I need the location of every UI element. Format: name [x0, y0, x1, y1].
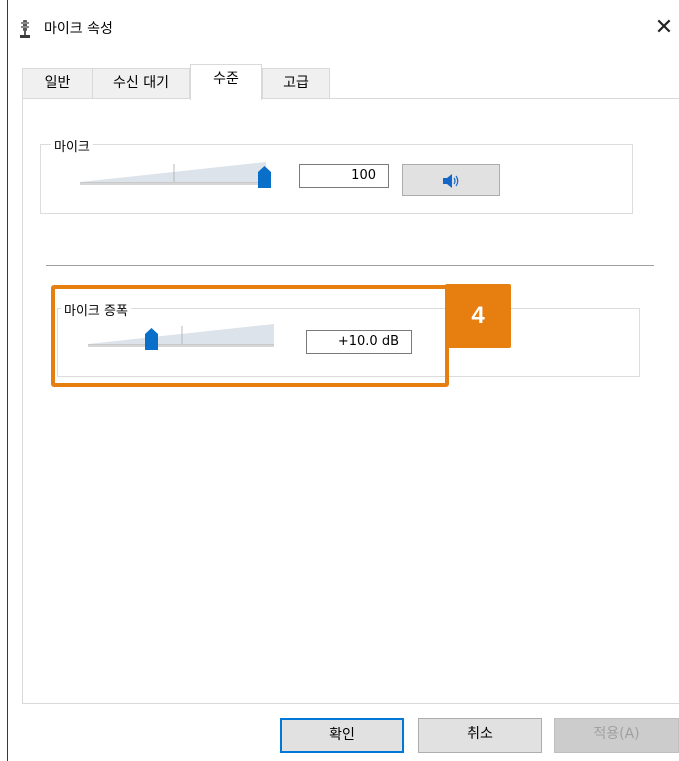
callout-number: 4 [471, 302, 485, 329]
cancel-button[interactable]: 취소 [418, 718, 542, 753]
window-title: 마이크 속성 [44, 21, 113, 37]
microphone-group-label: 마이크 [51, 136, 93, 155]
tab-levels-label: 수준 [213, 71, 239, 87]
microphone-volume-slider[interactable] [80, 160, 271, 190]
microphone-icon [20, 20, 30, 38]
microphone-mute-button[interactable] [402, 164, 500, 196]
microphone-level-field[interactable]: 100 [299, 164, 389, 188]
close-icon: ✕ [654, 15, 674, 40]
microphone-level-value: 100 [351, 168, 376, 183]
microphone-slider-thumb[interactable] [258, 166, 271, 188]
cancel-button-label: 취소 [467, 726, 493, 742]
apply-button-label: 적용(A) [593, 726, 640, 742]
tab-general-label: 일반 [44, 75, 71, 91]
callout-highlight-frame [51, 285, 449, 387]
tab-general[interactable]: 일반 [22, 68, 93, 99]
tab-advanced-label: 고급 [283, 75, 309, 91]
tab-listen[interactable]: 수신 대기 [92, 68, 190, 99]
tab-listen-label: 수신 대기 [113, 75, 169, 91]
speaker-icon [443, 174, 459, 188]
ok-button-label: 확인 [329, 727, 355, 743]
window-left-border [7, 0, 8, 761]
title-bar: 마이크 속성 ✕ [8, 0, 679, 56]
ok-button[interactable]: 확인 [280, 718, 404, 753]
section-separator [46, 265, 654, 266]
tab-advanced[interactable]: 고급 [262, 68, 330, 99]
callout-number-badge: 4 [445, 284, 511, 348]
microphone-slider-track [80, 182, 266, 185]
tab-bar: 일반 수신 대기 수준 고급 [22, 64, 679, 100]
close-button[interactable]: ✕ [649, 12, 679, 44]
tab-levels[interactable]: 수준 [190, 64, 262, 100]
apply-button: 적용(A) [554, 718, 679, 753]
